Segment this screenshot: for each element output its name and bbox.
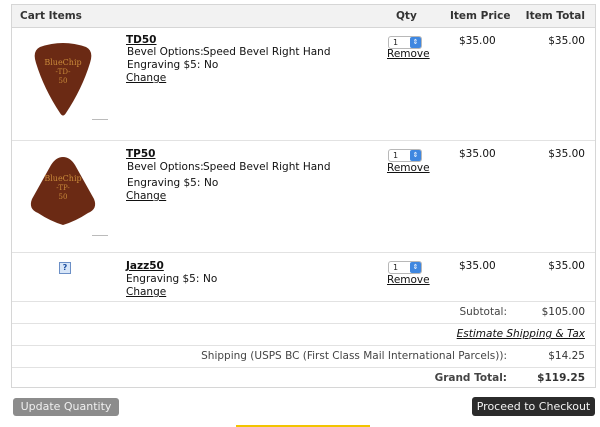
cart-row: BlueChip -TD- 50 TD50 Bevel Options: Spe… (12, 28, 595, 141)
product-image-td50[interactable]: BlueChip -TD- 50 (32, 41, 94, 119)
cart-table: Cart Items Qty Item Price Item Total Blu… (11, 4, 596, 388)
subtotal-label: Subtotal: (459, 306, 507, 318)
pick-text-line: -TP- (56, 184, 70, 192)
estimate-shipping-link[interactable]: Estimate Shipping & Tax (457, 328, 585, 340)
option-value: No (204, 59, 219, 71)
option-value: No (203, 273, 218, 285)
pick-text-line: BlueChip (44, 174, 81, 183)
header-qty: Qty (396, 10, 417, 22)
pick-text-line: 50 (59, 193, 68, 201)
qty-select[interactable]: 1 ⇕ (388, 149, 422, 162)
product-name-link[interactable]: Jazz50 (126, 260, 164, 272)
qty-value: 1 (393, 151, 399, 160)
item-total: $35.00 (548, 35, 585, 47)
product-name-link[interactable]: TD50 (126, 34, 157, 46)
missing-image-icon[interactable]: ? (59, 262, 71, 274)
option-label: Bevel Options: (127, 46, 204, 58)
shipping-label: Shipping (USPS BC (First Class Mail Inte… (201, 350, 507, 362)
grand-total-row: Grand Total: $119.25 (12, 368, 595, 390)
select-arrow-icon: ⇕ (410, 37, 421, 48)
grand-total-value: $119.25 (537, 372, 585, 384)
item-price: $35.00 (459, 260, 496, 272)
pick-text-line: -TD- (56, 68, 72, 76)
change-link[interactable]: Change (126, 286, 166, 298)
subtotal-row: Subtotal: $105.00 (12, 302, 595, 324)
product-image-tp50[interactable]: BlueChip -TP- 50 (28, 155, 98, 227)
header-item-total: Item Total (525, 10, 585, 22)
option-value: Speed Bevel Right Hand (203, 46, 331, 58)
header-cart-items: Cart Items (20, 10, 82, 22)
image-divider (92, 119, 108, 120)
grand-total-label: Grand Total: (434, 372, 507, 384)
subtotal-value: $105.00 (541, 306, 585, 318)
item-total: $35.00 (548, 148, 585, 160)
pick-text-line: 50 (59, 77, 68, 85)
update-quantity-button[interactable]: Update Quantity (13, 398, 119, 416)
product-option: Engraving $5: No (127, 59, 218, 71)
option-label: Engraving $5: (126, 273, 200, 285)
estimate-row: Estimate Shipping & Tax (12, 324, 595, 346)
qty-value: 1 (393, 38, 399, 47)
remove-link[interactable]: Remove (387, 162, 430, 174)
header-item-price: Item Price (450, 10, 511, 22)
shipping-value: $14.25 (548, 350, 585, 362)
change-link[interactable]: Change (126, 190, 166, 202)
product-option: Engraving $5: No (126, 273, 217, 285)
change-link[interactable]: Change (126, 72, 166, 84)
cart-row: ? Jazz50 Engraving $5: No Change 1 ⇕ Rem… (12, 253, 595, 302)
product-option: Bevel Options: Speed Bevel Right Hand (127, 161, 330, 173)
cart-row: BlueChip -TP- 50 TP50 Bevel Options: Spe… (12, 141, 595, 253)
qty-select[interactable]: 1 ⇕ (388, 261, 422, 274)
select-arrow-icon: ⇕ (410, 150, 421, 161)
qty-value: 1 (393, 263, 399, 272)
item-price: $35.00 (459, 148, 496, 160)
remove-link[interactable]: Remove (387, 48, 430, 60)
select-arrow-icon: ⇕ (410, 262, 421, 273)
remove-link[interactable]: Remove (387, 274, 430, 286)
item-price: $35.00 (459, 35, 496, 47)
shipping-row: Shipping (USPS BC (First Class Mail Inte… (12, 346, 595, 368)
product-name-link[interactable]: TP50 (126, 148, 155, 160)
image-divider (92, 235, 108, 236)
option-label: Engraving $5: (127, 59, 201, 71)
option-label: Engraving $5: (127, 177, 201, 189)
product-option: Engraving $5: No (127, 177, 218, 189)
option-value: No (204, 177, 219, 189)
item-total: $35.00 (548, 260, 585, 272)
pick-text-line: BlueChip (44, 58, 81, 67)
proceed-to-checkout-button[interactable]: Proceed to Checkout (472, 397, 595, 416)
option-label: Bevel Options: (127, 161, 204, 173)
option-value: Speed Bevel Right Hand (203, 161, 331, 173)
product-option: Bevel Options: Speed Bevel Right Hand (127, 46, 330, 58)
cart-header: Cart Items Qty Item Price Item Total (12, 5, 595, 28)
